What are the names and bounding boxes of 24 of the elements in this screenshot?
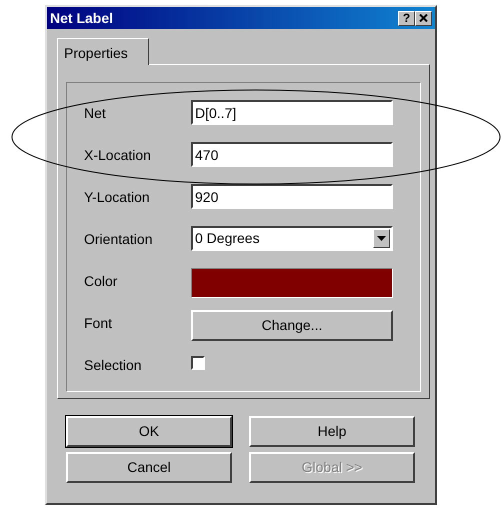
field-label: Y-Location [84,188,151,207]
close-icon [419,14,428,22]
dialog-button[interactable]: Help [249,416,415,447]
help-button[interactable]: ? [398,10,415,26]
dialog-button: Global >> [249,452,415,483]
field-label: X-Location [84,146,152,165]
close-button[interactable] [415,10,432,26]
tab[interactable]: Properties [57,38,149,65]
field-label: Orientation [84,230,154,249]
text-field[interactable]: D[0..7] [191,100,393,125]
change-button[interactable]: Change... [191,310,393,341]
dropdown[interactable]: 0 Degrees [191,226,393,251]
text-field[interactable]: 470 [191,142,393,167]
color-swatch[interactable] [191,268,393,298]
field-label: Font [84,314,114,333]
text-field[interactable]: 920 [191,184,393,209]
dialog-button[interactable]: Cancel [66,452,232,483]
dialog-button[interactable]: OK [66,416,232,447]
checkbox[interactable] [191,356,205,370]
window-title: Net Label [50,8,114,28]
field-label: Net [84,104,107,123]
field-label: Selection [84,356,143,375]
field-label: Color [84,272,118,291]
caret-icon [377,236,386,241]
